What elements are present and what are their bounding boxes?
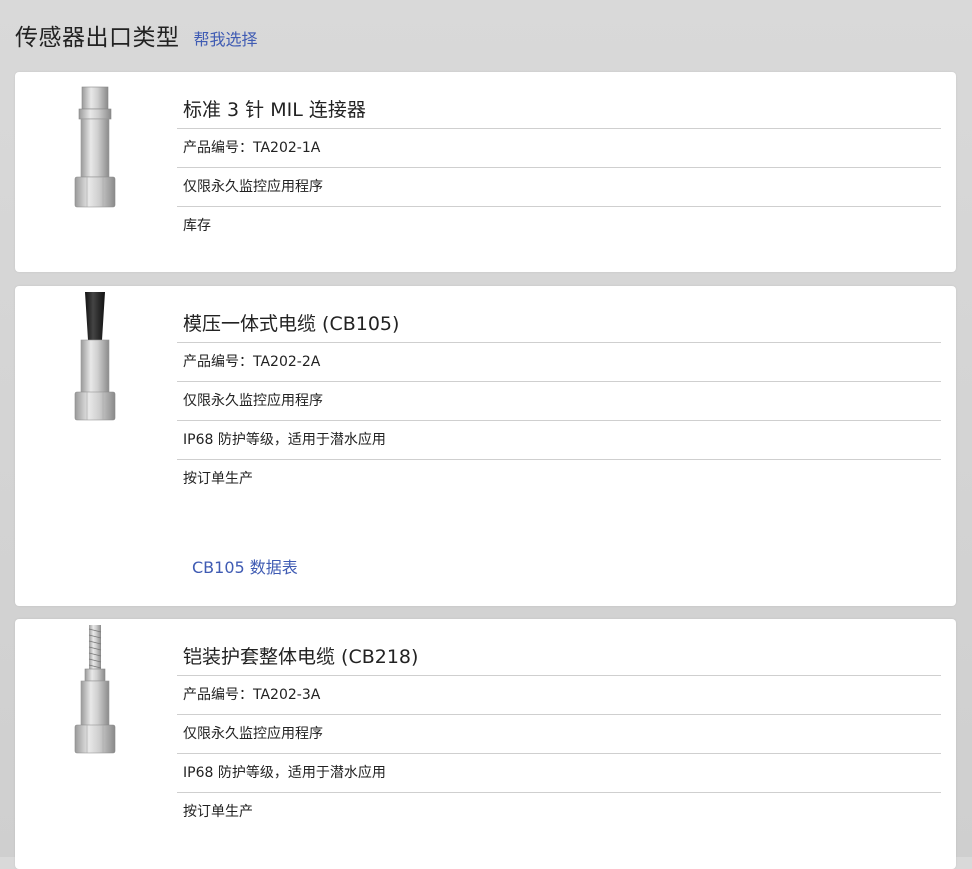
help-me-choose-link[interactable]: 帮我选择 [194, 26, 258, 50]
spec-application: 仅限永久监控应用程序 [177, 167, 941, 206]
product-title: 模压一体式电缆 (CB105) [183, 313, 400, 335]
spec-availability: 按订单生产 [177, 792, 941, 831]
armored-cable-sensor-image [74, 625, 116, 754]
page-header: 传感器出口类型 帮我选择 [15, 18, 258, 58]
datasheet-link[interactable]: CB105 数据表 [192, 554, 298, 578]
spec-part-number: 产品编号：TA202-1A [177, 128, 941, 167]
product-details: 模压一体式电缆 (CB105) 产品编号：TA202-2A 仅限永久监控应用程序… [177, 286, 941, 498]
spec-application: 仅限永久监控应用程序 [177, 381, 941, 420]
spec-part-number: 产品编号：TA202-2A [177, 342, 941, 381]
spec-availability: 按订单生产 [177, 459, 941, 498]
spec-ip-rating: IP68 防护等级，适用于潜水应用 [177, 753, 941, 792]
product-card: 铠装护套整体电缆 (CB218) 产品编号：TA202-3A 仅限永久监控应用程… [15, 619, 956, 869]
spec-ip-rating: IP68 防护等级，适用于潜水应用 [177, 420, 941, 459]
product-details: 铠装护套整体电缆 (CB218) 产品编号：TA202-3A 仅限永久监控应用程… [177, 619, 941, 831]
molded-cable-sensor-image [74, 292, 116, 421]
spec-part-number: 产品编号：TA202-3A [177, 675, 941, 714]
spec-application: 仅限永久监控应用程序 [177, 714, 941, 753]
spec-availability: 库存 [177, 206, 941, 245]
product-title: 铠装护套整体电缆 (CB218) [183, 646, 419, 668]
product-card: 标准 3 针 MIL 连接器 产品编号：TA202-1A 仅限永久监控应用程序 … [15, 72, 956, 272]
product-card: 模压一体式电缆 (CB105) 产品编号：TA202-2A 仅限永久监控应用程序… [15, 286, 956, 606]
mil-connector-sensor-image [74, 86, 116, 208]
page-title: 传感器出口类型 [15, 25, 180, 51]
product-title: 标准 3 针 MIL 连接器 [183, 99, 366, 121]
product-details: 标准 3 针 MIL 连接器 产品编号：TA202-1A 仅限永久监控应用程序 … [177, 72, 941, 245]
